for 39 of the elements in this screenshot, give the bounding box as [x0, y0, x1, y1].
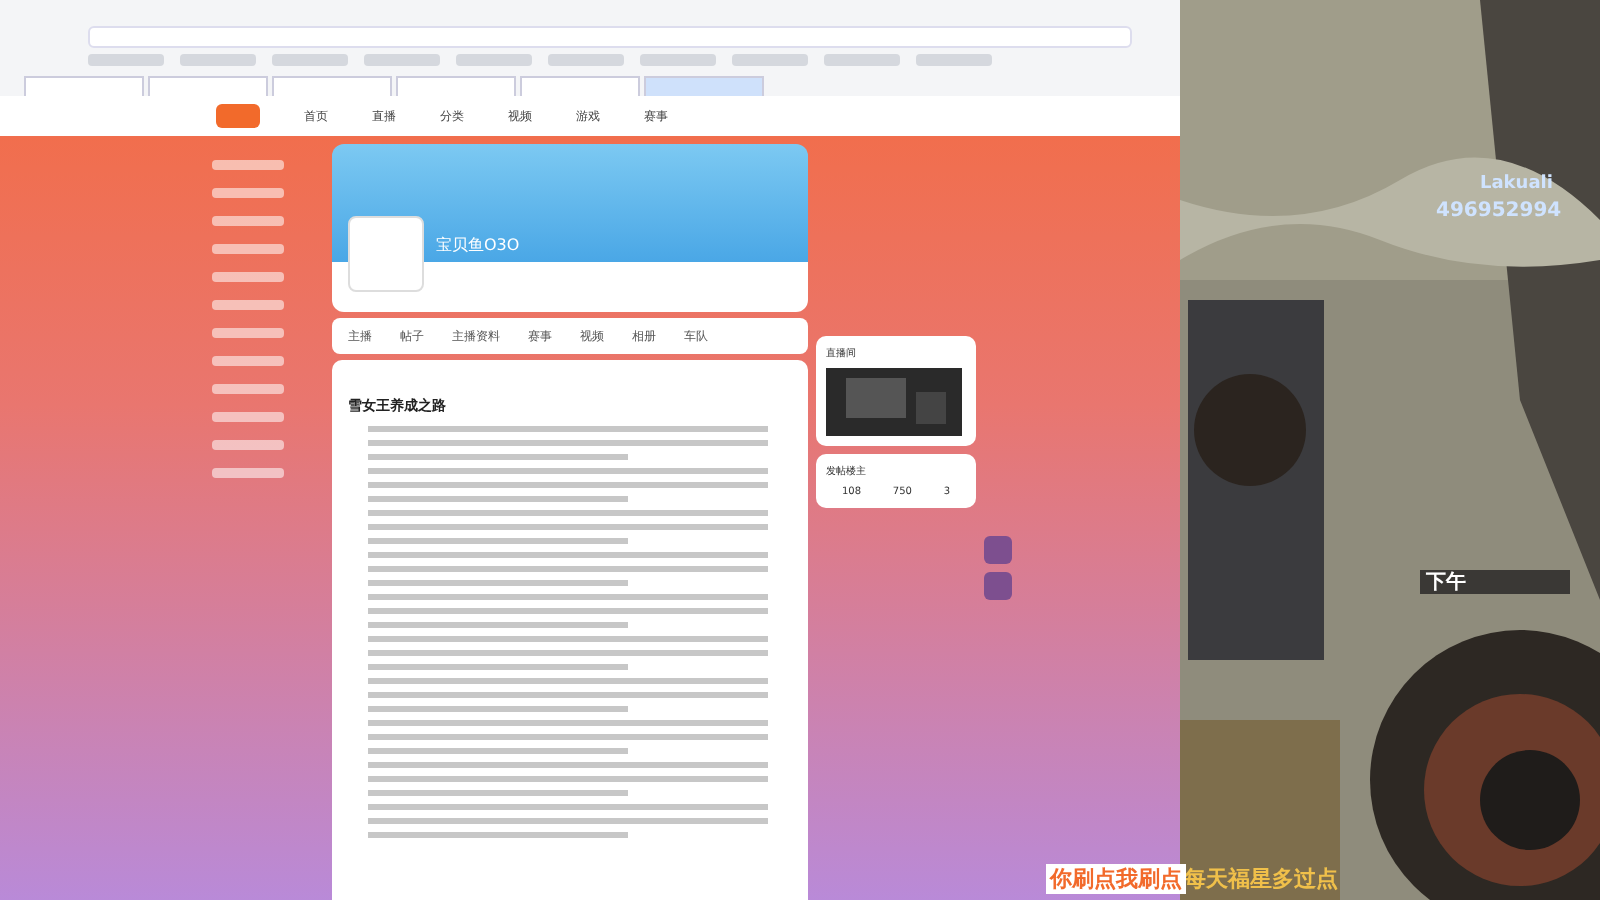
- bookmark[interactable]: [824, 54, 900, 66]
- sidebar-item[interactable]: [212, 216, 284, 226]
- bookmark[interactable]: [272, 54, 348, 66]
- browser-tab[interactable]: [644, 76, 764, 96]
- bookmark[interactable]: [180, 54, 256, 66]
- address-field[interactable]: [88, 26, 1132, 48]
- sidebar-item[interactable]: [212, 440, 284, 450]
- bookmark[interactable]: [732, 54, 808, 66]
- browser-tab[interactable]: [272, 76, 392, 96]
- overlay-caption: 你刷点我刷点: [1046, 864, 1186, 894]
- logo-icon[interactable]: [216, 104, 260, 128]
- browser-tab[interactable]: [520, 76, 640, 96]
- sidebar-item[interactable]: [212, 188, 284, 198]
- sidebar-item[interactable]: [212, 300, 284, 310]
- bookmark[interactable]: [548, 54, 624, 66]
- sidebar-item[interactable]: [212, 468, 284, 478]
- overlay-text: Lakuali: [1480, 174, 1553, 194]
- bookmark[interactable]: [640, 54, 716, 66]
- overlay-text: 496952994: [1436, 200, 1562, 222]
- bookmark[interactable]: [456, 54, 532, 66]
- avatar: [348, 216, 424, 292]
- sidebar-item[interactable]: [212, 160, 284, 170]
- browser-tab[interactable]: [148, 76, 268, 96]
- streamer-name: 宝贝鱼O3O: [436, 234, 520, 256]
- sidebar-item[interactable]: [212, 328, 284, 338]
- sidebar-item[interactable]: [212, 356, 284, 366]
- sidebar-item[interactable]: [212, 244, 284, 254]
- edit-button[interactable]: [984, 536, 1012, 564]
- bookmark[interactable]: [364, 54, 440, 66]
- sidebar-item[interactable]: [212, 272, 284, 282]
- bookmark[interactable]: [916, 54, 992, 66]
- share-button[interactable]: [984, 572, 1012, 600]
- sidebar-item[interactable]: [212, 412, 284, 422]
- browser-tab[interactable]: [396, 76, 516, 96]
- browser-tab[interactable]: [24, 76, 144, 96]
- time-label: 下午: [1426, 569, 1466, 596]
- bookmark[interactable]: [88, 54, 164, 66]
- overlay-caption: 每天福星多过点: [1184, 864, 1338, 894]
- sidebar-item[interactable]: [212, 384, 284, 394]
